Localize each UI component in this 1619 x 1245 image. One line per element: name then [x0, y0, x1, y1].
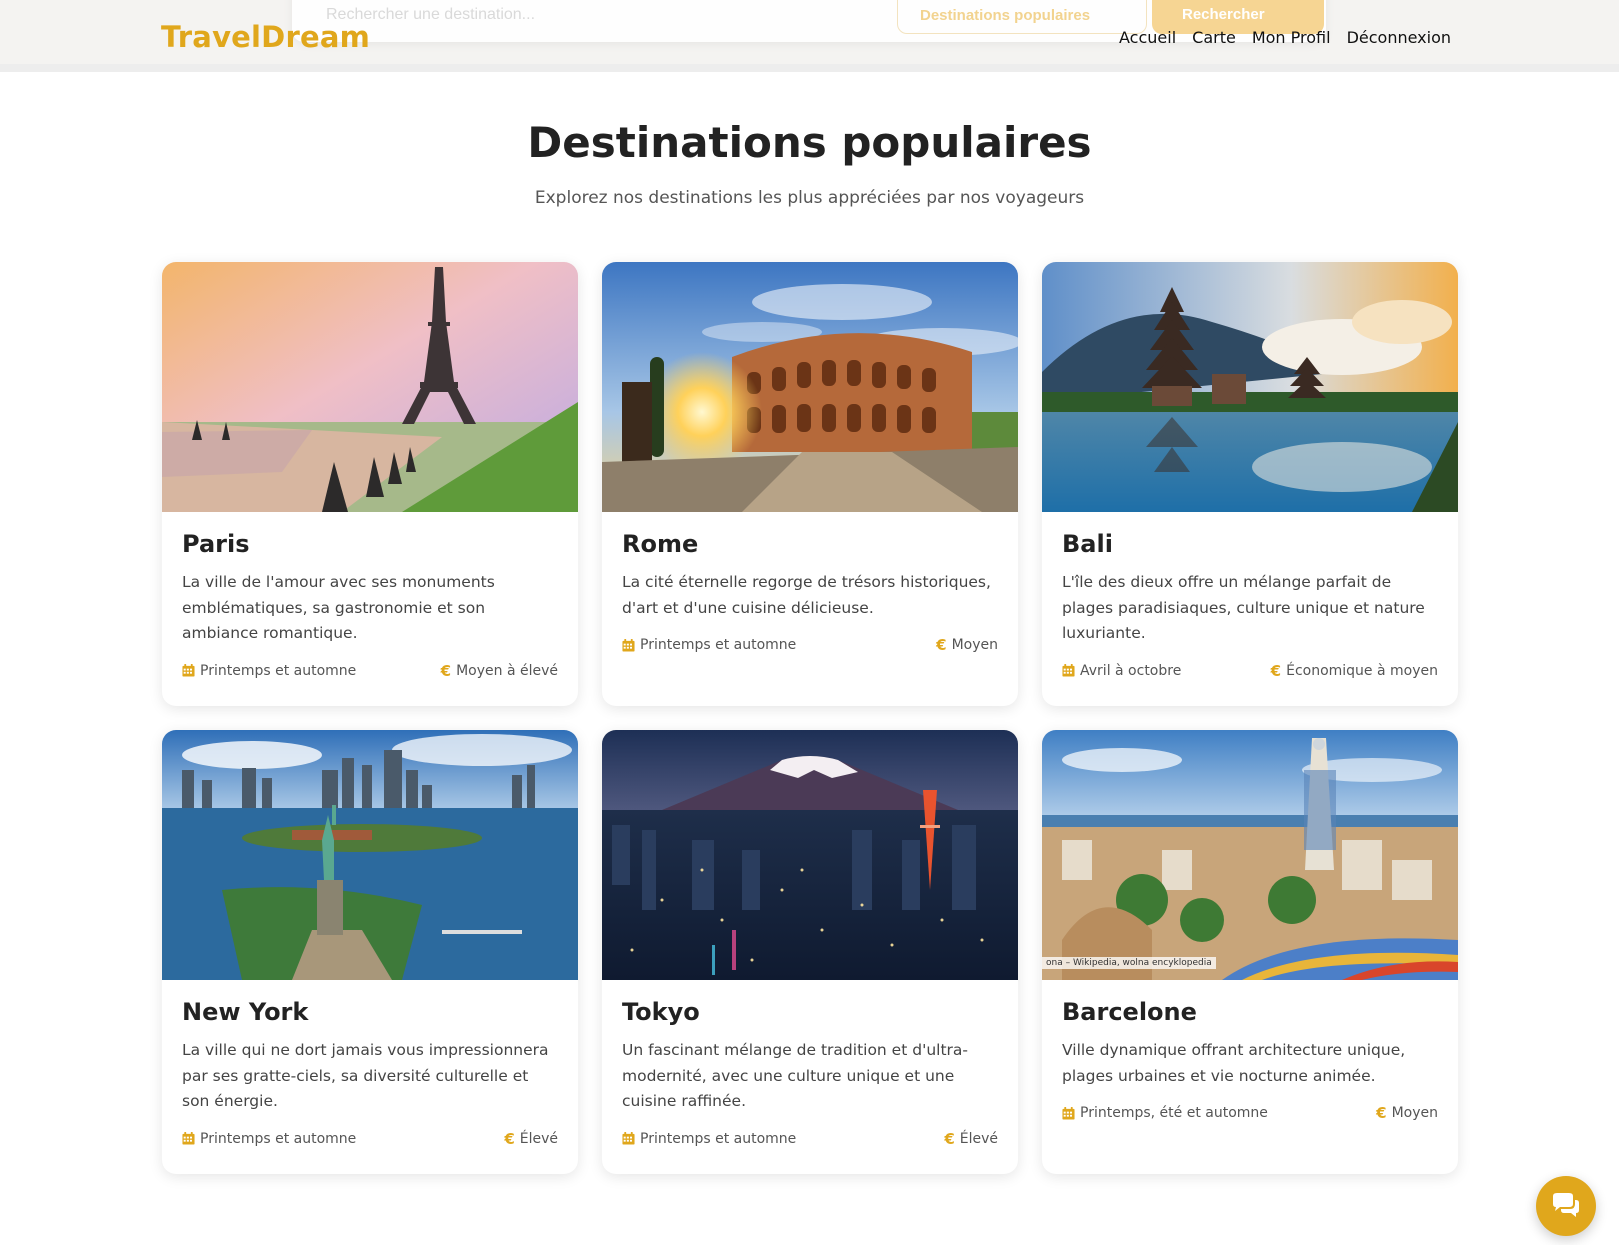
- budget: Moyen: [1391, 1105, 1438, 1121]
- nav-link-accueil[interactable]: Accueil: [1119, 28, 1176, 47]
- card-description: L'île des dieux offre un mélange parfait…: [1062, 573, 1425, 642]
- top-navbar: Rechercher une destination... Destinatio…: [0, 0, 1619, 72]
- best-season: Avril à octobre: [1080, 662, 1182, 679]
- card-title: Tokyo: [622, 998, 700, 1026]
- calendar-icon: [622, 1132, 635, 1145]
- card-description: Un fascinant mélange de tradition et d'u…: [622, 1041, 968, 1110]
- card-description: La ville qui ne dort jamais vous impress…: [182, 1041, 549, 1110]
- best-season: Printemps et automne: [640, 637, 797, 653]
- tokyo-image: [602, 730, 1018, 980]
- destination-card-bali[interactable]: Bali L'île des dieux offre un mélange pa…: [1042, 262, 1458, 706]
- bali-image: [1042, 262, 1458, 512]
- best-season: Printemps, été et automne: [1080, 1105, 1268, 1121]
- card-description: La ville de l'amour avec ses monuments e…: [182, 573, 495, 642]
- destination-card-tokyo[interactable]: Tokyo Un fascinant mélange de tradition …: [602, 730, 1018, 1174]
- budget: Moyen à élevé: [456, 662, 558, 679]
- card-title: Rome: [622, 530, 699, 558]
- chat-button[interactable]: [1536, 1176, 1596, 1236]
- destination-card-paris[interactable]: Paris La ville de l'amour avec ses monum…: [162, 262, 578, 706]
- card-title: Bali: [1062, 530, 1113, 558]
- euro-icon: €: [936, 636, 947, 654]
- budget: Moyen: [951, 637, 998, 653]
- card-meta: Printemps et automne € Élevé: [182, 1130, 558, 1148]
- calendar-icon: [622, 639, 635, 652]
- paris-image: [162, 262, 578, 512]
- card-meta: Printemps et automne € Moyen à élevé: [182, 662, 558, 680]
- card-title: Barcelone: [1062, 998, 1197, 1026]
- best-season: Printemps et automne: [200, 1130, 357, 1147]
- budget: Élevé: [959, 1130, 998, 1147]
- nav-link-deconnexion[interactable]: Déconnexion: [1347, 28, 1451, 47]
- calendar-icon: [1062, 1107, 1075, 1120]
- destination-card-rome[interactable]: Rome La cité éternelle regorge de trésor…: [602, 262, 1018, 706]
- new-york-image: [162, 730, 578, 980]
- card-description: Ville dynamique offrant architecture uni…: [1062, 1041, 1406, 1085]
- chat-icon: [1553, 1193, 1579, 1217]
- nav-link-mon-profil[interactable]: Mon Profil: [1252, 28, 1331, 47]
- euro-icon: €: [1376, 1104, 1387, 1122]
- calendar-icon: [182, 664, 195, 677]
- popular-destinations-button[interactable]: Destinations populaires: [897, 0, 1147, 34]
- card-meta: Printemps et automne € Moyen: [622, 636, 998, 654]
- main-nav: Accueil Carte Mon Profil Déconnexion: [1119, 28, 1451, 47]
- budget: Économique à moyen: [1286, 662, 1438, 679]
- best-season: Printemps et automne: [200, 662, 357, 679]
- destination-card-new-york[interactable]: New York La ville qui ne dort jamais vou…: [162, 730, 578, 1174]
- best-season: Printemps et automne: [640, 1130, 797, 1147]
- euro-icon: €: [944, 1129, 955, 1148]
- destination-card-barcelone[interactable]: ona – Wikipedia, wolna encyklopedia Barc…: [1042, 730, 1458, 1174]
- barcelone-image: [1042, 730, 1458, 980]
- euro-icon: €: [504, 1129, 515, 1148]
- section-subtitle: Explorez nos destinations les plus appré…: [534, 188, 1085, 208]
- card-description: La cité éternelle regorge de trésors his…: [622, 573, 991, 617]
- image-credit: ona – Wikipedia, wolna encyklopedia: [1042, 957, 1216, 969]
- section-title: Destinations populaires: [527, 118, 1092, 167]
- site-logo[interactable]: TravelDream: [161, 20, 370, 54]
- card-meta: Avril à octobre € Économique à moyen: [1062, 662, 1438, 680]
- card-meta: Printemps, été et automne € Moyen: [1062, 1104, 1438, 1122]
- euro-icon: €: [440, 661, 452, 680]
- calendar-icon: [182, 1132, 195, 1145]
- card-title: Paris: [182, 530, 250, 558]
- card-meta: Printemps et automne € Élevé: [622, 1130, 998, 1148]
- nav-link-carte[interactable]: Carte: [1192, 28, 1236, 47]
- rome-image: [602, 262, 1018, 512]
- euro-icon: €: [1270, 661, 1282, 680]
- card-title: New York: [182, 998, 309, 1026]
- budget: Élevé: [519, 1130, 558, 1147]
- calendar-icon: [1062, 664, 1075, 677]
- destinations-grid: Paris La ville de l'amour avec ses monum…: [162, 262, 1458, 1174]
